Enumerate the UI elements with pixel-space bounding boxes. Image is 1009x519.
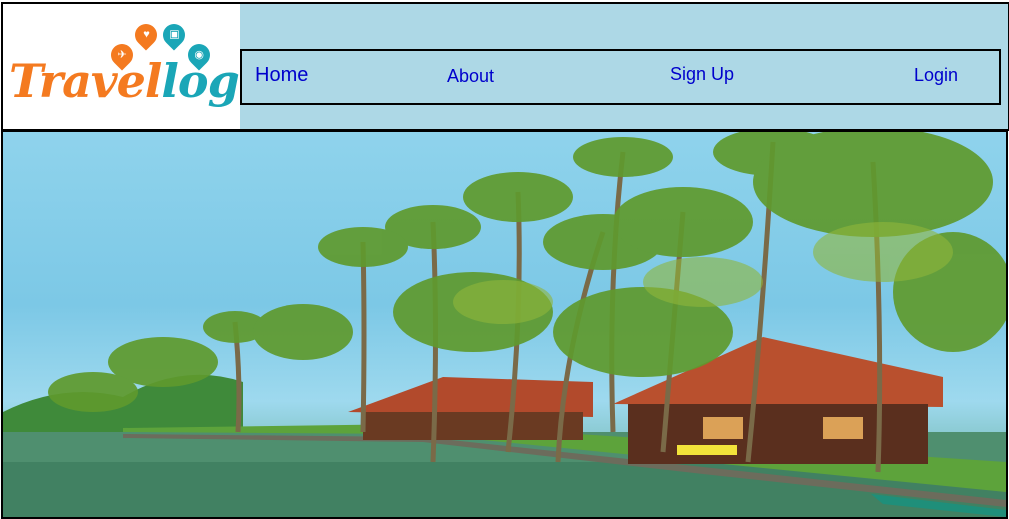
yellow-bench — [677, 445, 737, 455]
hero-image — [1, 130, 1008, 519]
nav-about-link[interactable]: About — [447, 66, 494, 87]
main-nav: Home About Sign Up Login — [240, 49, 1001, 105]
logo-word-log: log — [161, 54, 239, 108]
logo-word-travel: Travel — [9, 54, 162, 108]
luggage-icon: ▣ — [158, 19, 190, 51]
cottage-roof-1 — [348, 377, 593, 417]
logo-wordmark: Travellog — [9, 54, 240, 108]
hero-scene — [3, 132, 1006, 517]
cottage-1 — [363, 412, 583, 440]
cottage-window — [823, 417, 863, 439]
nav-signup-link[interactable]: Sign Up — [670, 64, 734, 85]
cottage-window — [703, 417, 743, 439]
site-header: ✈ ♥ ▣ ◉ Travellog Home About Sign Up Log… — [1, 2, 1009, 131]
cottage-2 — [628, 404, 928, 464]
nav-home-link[interactable]: Home — [255, 64, 308, 87]
logo[interactable]: ✈ ♥ ▣ ◉ Travellog — [3, 4, 240, 129]
nav-login-link[interactable]: Login — [914, 65, 958, 86]
heart-icon: ♥ — [130, 19, 162, 51]
